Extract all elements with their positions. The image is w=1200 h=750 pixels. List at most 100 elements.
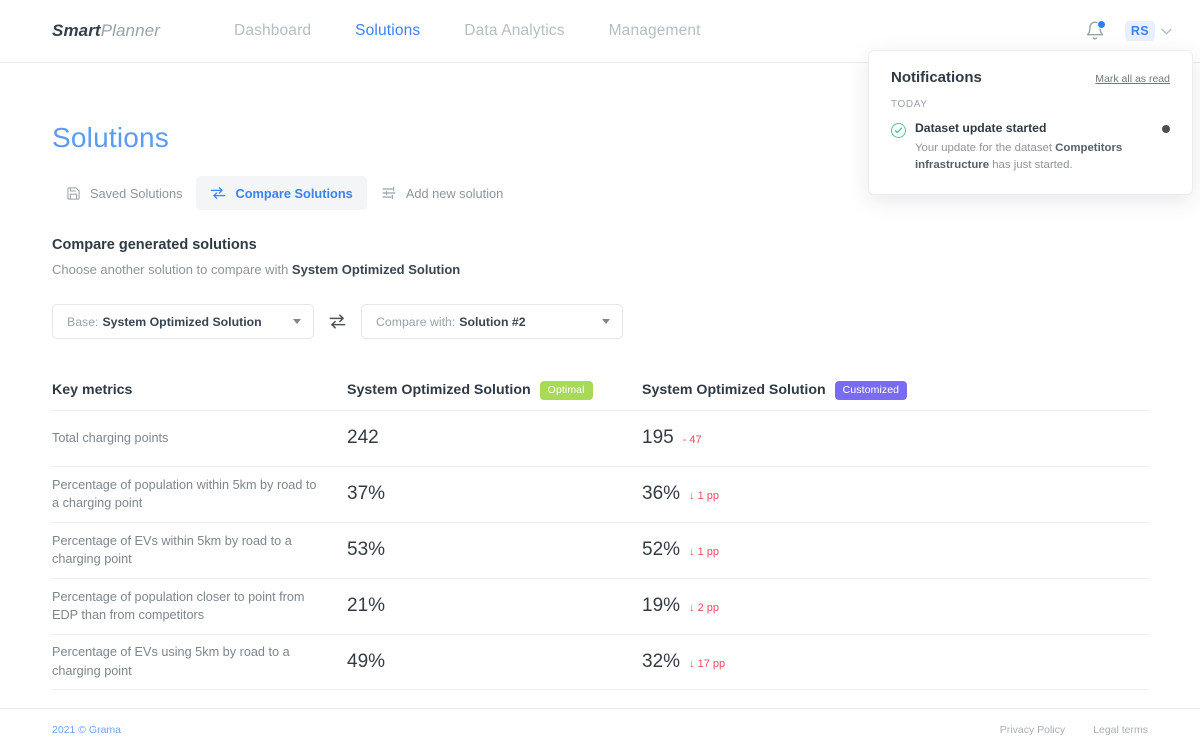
footer-link-legal-terms[interactable]: Legal terms [1093,724,1148,736]
notifications-panel-header: Notifications Mark all as read [891,69,1170,86]
metric-value-b: 19% ↓ 2 pp [642,595,1148,617]
main-nav-links: Dashboard Solutions Data Analytics Manag… [234,22,701,40]
unread-indicator-dot[interactable] [1162,125,1170,133]
tab-add-new-solution[interactable]: Add new solution [367,176,517,210]
tab-saved-solutions-label: Saved Solutions [90,185,183,201]
metric-delta: ↓ 1 pp [689,546,719,558]
compare-select-value: Solution #2 [459,314,526,329]
metric-delta: - 47 [682,434,702,446]
main-content: Solutions Saved Solutions Compare Soluti… [0,122,1200,690]
metric-delta: ↓ 1 pp [689,490,719,502]
app-logo[interactable]: SmartPlanner [52,21,160,41]
tab-add-new-solution-label: Add new solution [405,185,504,201]
table-row: Percentage of EVs using 5km by road to a… [52,633,1148,690]
metric-value-a: 53% [347,539,642,561]
avatar: RS [1124,21,1155,41]
metric-value-a-text: 242 [347,427,379,448]
compare-icon [211,187,226,199]
base-select-value: System Optimized Solution [102,314,262,329]
tab-saved-solutions[interactable]: Saved Solutions [52,176,196,210]
status-badge-customized: Customized [834,381,908,400]
metric-value-b-text: 19% [642,595,681,616]
status-badge-optimal: Optimal [539,381,593,400]
save-icon [67,186,80,200]
base-solution-select[interactable]: Base: System Optimized Solution [52,304,314,339]
mark-all-as-read-link[interactable]: Mark all as read [1095,73,1170,85]
base-select-label: Base: [67,314,99,329]
metric-delta: ↓ 17 pp [689,657,726,670]
metric-delta: ↓ 2 pp [689,602,719,614]
tune-icon [382,186,396,200]
table-row: Percentage of EVs within 5km by road to … [52,521,1148,578]
chevron-down-icon [1161,28,1172,34]
column-header-key-metrics: Key metrics [52,382,133,399]
notifications-panel: Notifications Mark all as read TODAY Dat… [868,50,1193,195]
tab-compare-solutions-label: Compare Solutions [235,185,353,201]
chevron-down-icon [602,319,610,324]
nav-item-solutions[interactable]: Solutions [355,22,420,40]
check-circle-icon [891,123,906,138]
notification-badge-dot [1096,20,1106,29]
section-subtitle-text: Choose another solution to compare with [52,262,292,277]
metric-value-b-text: 52% [642,539,681,560]
metric-label: Percentage of population within 5km by r… [52,477,317,510]
metric-value-a-text: 49% [347,650,386,672]
tab-compare-solutions[interactable]: Compare Solutions [196,176,367,210]
logo-light-text: Planner [100,21,160,40]
compare-solution-select[interactable]: Compare with: Solution #2 [361,304,623,339]
table-row: Percentage of population within 5km by r… [52,465,1148,522]
solution-a-name: System Optimized Solution [347,382,531,399]
notification-item-title: Dataset update started [915,121,1047,135]
solution-selectors-row: Base: System Optimized Solution Compare … [52,304,1148,339]
nav-item-data-analytics[interactable]: Data Analytics [464,22,564,40]
metric-value-a-text: 53% [347,539,386,560]
metric-value-b: 195 - 47 [642,427,1148,449]
notification-item-body: Dataset update started Your update for t… [915,121,1152,174]
nav-item-management[interactable]: Management [609,22,701,40]
metric-value-b: 36% ↓ 1 pp [642,483,1148,505]
metric-value-b-text: 32% [642,650,681,672]
footer-copyright[interactable]: 2021 © Grama [52,724,121,736]
table-row: Percentage of population closer to point… [52,577,1148,634]
column-header-solution-b: System Optimized Solution Customized [642,381,1148,400]
metric-label: Percentage of EVs using 5km by road to a… [52,645,290,678]
metric-label: Total charging points [52,430,169,445]
metric-value-b: 52% ↓ 1 pp [642,539,1148,561]
chevron-down-icon [293,319,301,324]
notification-text-before: Your update for the dataset [915,142,1056,154]
solution-b-name: System Optimized Solution [642,382,826,399]
compare-select-label: Compare with: [376,314,456,329]
nav-item-dashboard[interactable]: Dashboard [234,22,311,40]
section-title: Compare generated solutions [52,237,257,253]
notifications-title: Notifications [891,69,982,86]
notification-item[interactable]: Dataset update started Your update for t… [891,121,1170,174]
comparison-table: Key metrics System Optimized Solution Op… [52,381,1148,690]
user-menu-button[interactable]: RS [1124,21,1172,41]
table-row: Total charging points 242 195 - 47 [52,409,1148,466]
notification-text-after: has just started. [989,158,1073,171]
metric-value-b-text: 195 [642,427,674,448]
section-subtitle-highlight: System Optimized Solution [291,262,461,277]
metric-value-b-text: 36% [642,483,681,504]
metric-value-a: 242 [347,427,642,449]
metric-value-a-text: 21% [347,595,386,616]
metric-value-a: 37% [347,483,642,505]
app-page: SmartPlanner Dashboard Solutions Data An… [0,0,1200,750]
metric-label: Percentage of population closer to point… [52,589,305,622]
metric-label: Percentage of EVs within 5km by road to … [52,533,292,566]
metric-value-a-text: 37% [347,483,386,504]
compare-arrows-icon[interactable] [328,312,347,331]
table-header-row: Key metrics System Optimized Solution Op… [52,381,1148,410]
notification-item-text: Your update for the dataset Competitors … [915,140,1152,174]
notifications-bell-button[interactable] [1085,20,1106,42]
metric-value-a: 21% [347,595,642,617]
footer-link-privacy-policy[interactable]: Privacy Policy [1000,724,1065,736]
section-subtitle: Choose another solution to compare with … [52,262,1148,277]
footer-links: Privacy Policy Legal terms [1000,724,1148,736]
column-header-solution-a: System Optimized Solution Optimal [347,381,642,400]
notifications-group-label: TODAY [891,99,928,110]
top-bar-actions: RS [1085,20,1172,42]
metric-value-a: 49% [347,651,642,673]
page-footer: 2021 © Grama Privacy Policy Legal terms [0,708,1200,750]
logo-bold-text: Smart [52,21,101,40]
